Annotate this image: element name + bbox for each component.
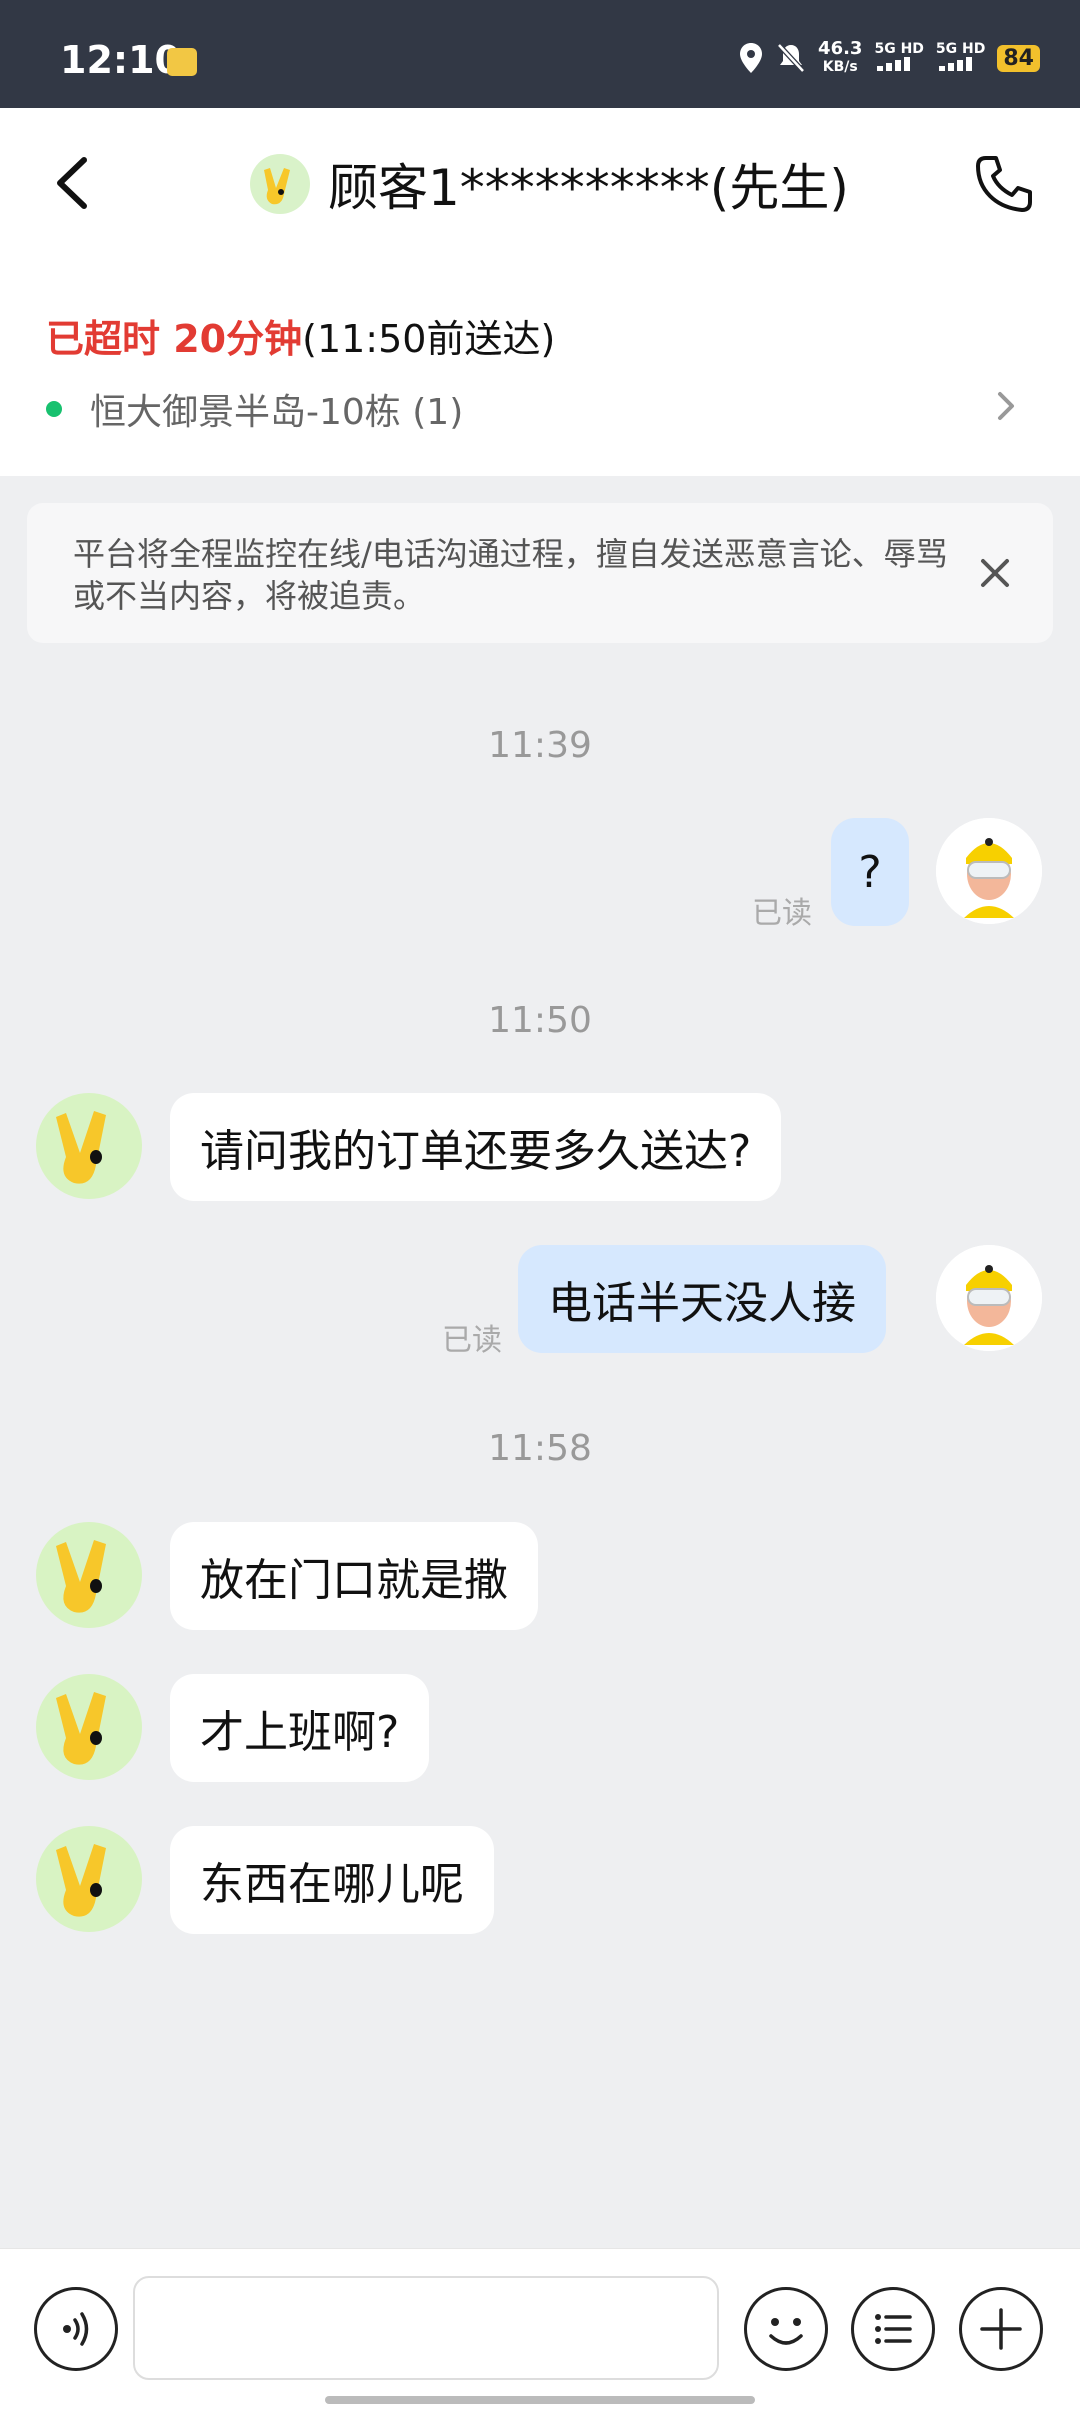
customer-avatar: [250, 154, 310, 214]
page-title: 顾客1**********(先生): [328, 159, 849, 217]
message-bubble-sent[interactable]: ?: [831, 818, 909, 926]
mute-icon: [777, 43, 805, 73]
app-notification-icon: [167, 48, 197, 76]
order-info-card[interactable]: 已超时 20分钟(11:50前送达) 恒大御景半岛-10栋 (1): [0, 258, 1080, 476]
signal-2: 5G HD: [936, 41, 985, 75]
hand-mascot-icon: [56, 1540, 106, 1613]
rider-avatar: [936, 1245, 1042, 1351]
phone-icon[interactable]: [972, 152, 1036, 216]
network-speed: 46.3 KB/s: [818, 40, 862, 76]
signal-1-label: 5G HD: [874, 41, 924, 57]
status-time: 12:10: [60, 38, 181, 82]
speed-unit: KB/s: [822, 59, 858, 75]
signal-bars-icon: [938, 57, 972, 71]
timestamp: 11:50: [488, 1000, 592, 1041]
message-bubble-received[interactable]: 请问我的订单还要多久送达?: [170, 1093, 782, 1201]
location-icon: [740, 43, 763, 73]
status-right: 46.3 KB/s 5G HD 5G HD 84: [738, 40, 1040, 76]
back-icon[interactable]: [44, 148, 104, 218]
customer-avatar: [36, 1826, 142, 1932]
voice-button[interactable]: [34, 2287, 118, 2371]
address-row: 恒大御景半岛-10栋 (1): [46, 383, 463, 435]
close-icon[interactable]: [977, 555, 1013, 591]
overdue-text: 已超时 20分钟: [46, 317, 303, 361]
notice-text: 平台将全程监控在线/电话沟通过程，擅自发送恶意言论、辱骂或不当内容，将被追责。: [73, 535, 948, 615]
voice-icon: [63, 2312, 89, 2346]
hand-mascot-icon: [264, 168, 290, 205]
chevron-right-icon[interactable]: [992, 386, 1020, 426]
home-indicator[interactable]: [325, 2396, 755, 2404]
address-dot: [46, 401, 62, 417]
signal-bars-icon: [877, 57, 911, 71]
platform-notice: 平台将全程监控在线/电话沟通过程，擅自发送恶意言论、辱骂或不当内容，将被追责。: [27, 503, 1053, 643]
message-bubble-received[interactable]: 放在门口就是撒: [170, 1522, 538, 1630]
signal-2-label: 5G HD: [935, 41, 986, 57]
message-bubble-received[interactable]: 东西在哪儿呢: [170, 1826, 494, 1934]
hand-mascot-icon: [56, 1692, 106, 1765]
rider-avatar-icon: [936, 818, 1042, 924]
plus-icon: [980, 2308, 1022, 2350]
emoji-icon: [769, 2318, 803, 2345]
read-receipt: 已读: [442, 1323, 502, 1358]
hand-mascot-icon: [56, 1844, 106, 1917]
input-bar: [0, 2248, 1080, 2409]
message-bubble-received[interactable]: 才上班啊?: [170, 1674, 430, 1782]
message-bubble-sent[interactable]: 电话半天没人接: [518, 1245, 886, 1353]
header-title-group: 顾客1**********(先生): [250, 148, 849, 220]
customer-avatar: [36, 1093, 142, 1199]
chat-header: 顾客1**********(先生): [0, 108, 1080, 259]
rider-avatar: [936, 818, 1042, 924]
speed-value: 46.3: [818, 38, 863, 59]
hand-mascot-icon: [56, 1111, 106, 1184]
quick-reply-button[interactable]: [851, 2287, 935, 2371]
delivery-status: 已超时 20分钟(11:50前送达): [46, 308, 555, 363]
emoji-button[interactable]: [744, 2287, 828, 2371]
deadline-text: (11:50前送达): [302, 317, 556, 361]
customer-avatar: [36, 1674, 142, 1780]
rider-avatar-icon: [936, 1245, 1042, 1351]
signal-1: 5G HD: [874, 41, 924, 75]
battery-indicator: 84: [997, 44, 1040, 72]
delivery-address: 恒大御景半岛-10栋 (1): [90, 392, 464, 433]
menu-icon: [875, 2314, 912, 2344]
timestamp: 11:39: [488, 725, 592, 766]
more-button[interactable]: [959, 2287, 1043, 2371]
timestamp: 11:58: [488, 1428, 592, 1469]
message-input[interactable]: [133, 2276, 719, 2380]
status-bar: 12:10 46.3 KB/s 5G HD 5G HD 84: [0, 0, 1080, 108]
read-receipt: 已读: [752, 896, 812, 931]
customer-avatar: [36, 1522, 142, 1628]
